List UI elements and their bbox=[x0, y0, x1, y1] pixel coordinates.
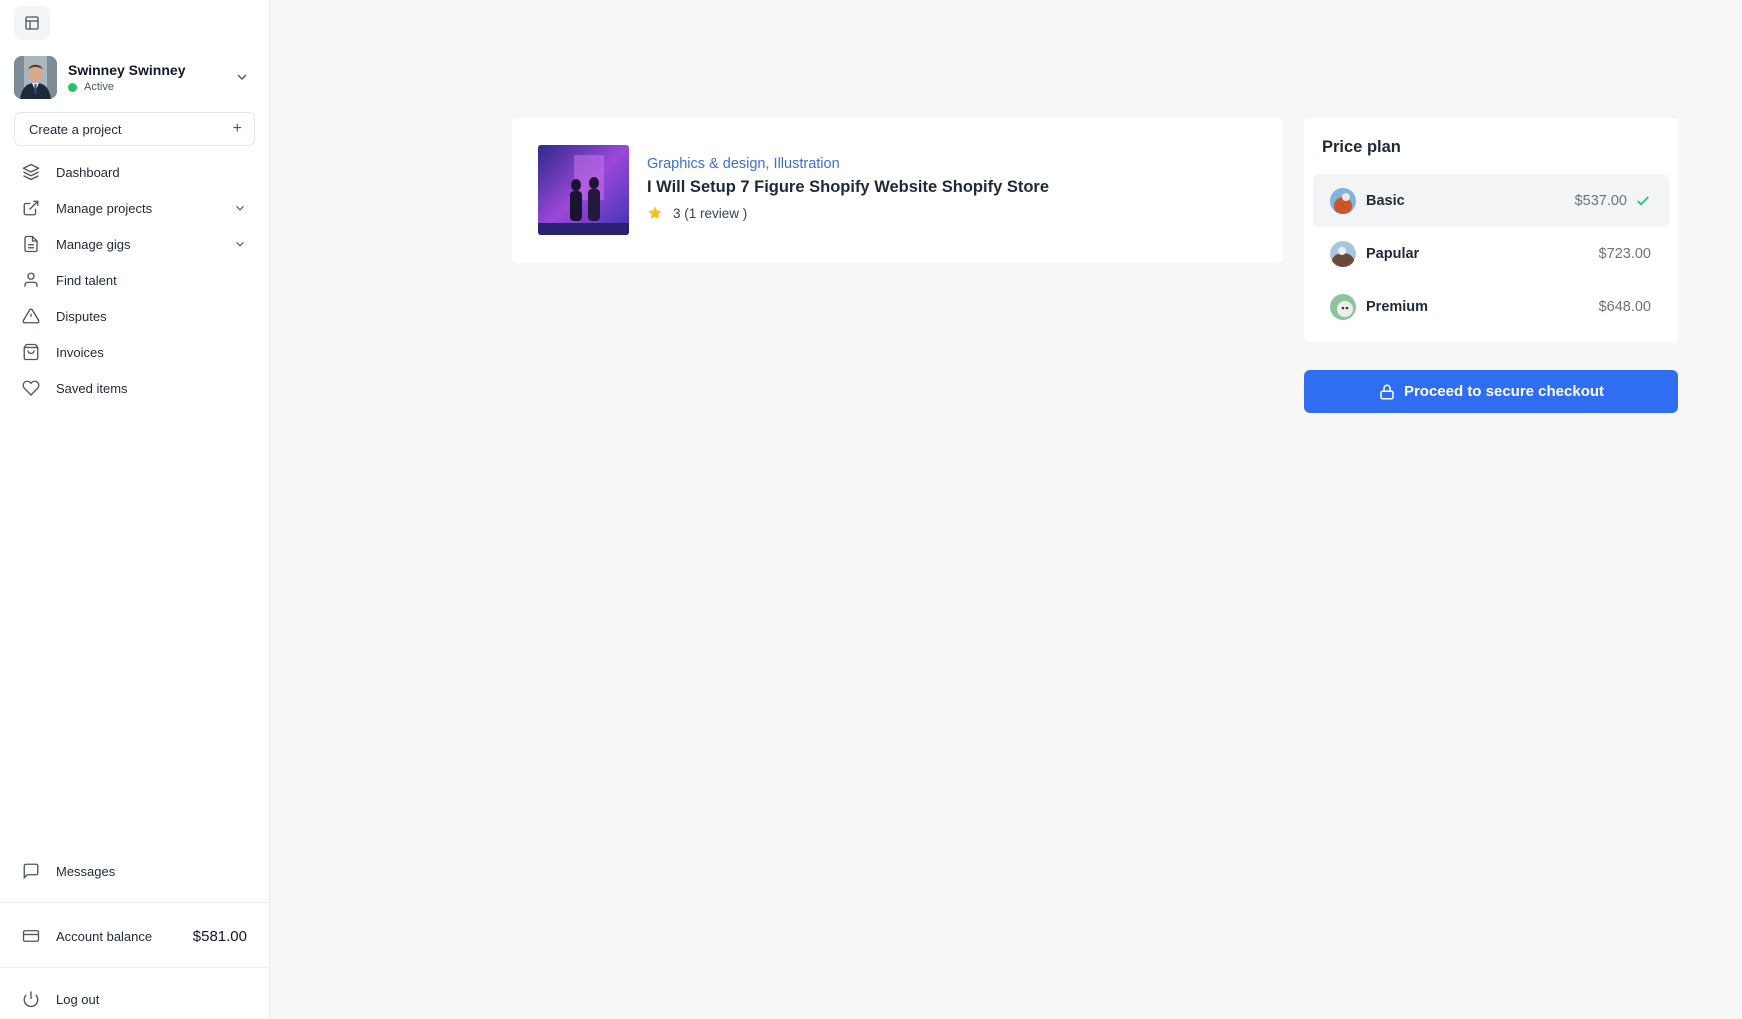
plan-name: Basic bbox=[1366, 192, 1405, 209]
user-name: Swinney Swinney bbox=[68, 62, 186, 78]
profile-info: Swinney Swinney Active bbox=[68, 61, 234, 93]
profile-switcher[interactable]: Swinney Swinney Active bbox=[14, 55, 254, 99]
layers-icon bbox=[22, 163, 40, 181]
sidebar-item-label: Invoices bbox=[56, 344, 104, 360]
plan-option-papular[interactable]: Papular $723.00 bbox=[1313, 227, 1669, 280]
account-balance-value: $581.00 bbox=[192, 927, 247, 945]
layout-icon bbox=[25, 16, 39, 30]
shopping-bag-icon bbox=[23, 343, 39, 361]
main-content: Graphics & design, Illustration I Will S… bbox=[270, 0, 1742, 1019]
sidebar-item-manage-projects[interactable]: Manage projects bbox=[14, 190, 255, 226]
status-dot bbox=[68, 82, 77, 92]
account-balance-label: Account balance bbox=[56, 928, 153, 944]
checkout-label: Proceed to secure checkout bbox=[1403, 383, 1605, 400]
gig-categories: Graphics & design, Illustration bbox=[647, 155, 1049, 173]
power-icon bbox=[23, 991, 39, 1008]
app: Swinney Swinney Active Create a project … bbox=[0, 0, 1742, 1019]
gig-thumbnail[interactable] bbox=[538, 145, 629, 235]
plan-price: $648.00 bbox=[1598, 298, 1651, 315]
plan-price: $537.00 bbox=[1574, 192, 1627, 209]
sidebar-item-label: Saved items bbox=[56, 380, 128, 396]
plan-price: $723.00 bbox=[1598, 245, 1651, 262]
sidebar-item-find-talent[interactable]: Find talent bbox=[14, 262, 255, 298]
sidebar-item-label: Find talent bbox=[56, 272, 117, 288]
category-link-illustration[interactable]: Illustration bbox=[774, 156, 840, 172]
gig-rating: 3 (1 review ) bbox=[647, 205, 1049, 221]
sidebar-item-dashboard[interactable]: Dashboard bbox=[14, 154, 255, 190]
plan-papular-icon bbox=[1330, 240, 1356, 267]
category-separator: , bbox=[765, 156, 770, 172]
sidebar-item-disputes[interactable]: Disputes bbox=[14, 298, 255, 334]
sidebar: Swinney Swinney Active Create a project … bbox=[0, 0, 270, 1019]
user-status: Active bbox=[68, 81, 234, 93]
rating-value: 3 bbox=[673, 205, 681, 221]
credit-card-icon bbox=[22, 930, 40, 942]
logout-button[interactable]: Log out bbox=[14, 981, 255, 1017]
sidebar-item-invoices[interactable]: Invoices bbox=[14, 334, 255, 370]
create-project-button[interactable]: Create a project + bbox=[14, 112, 255, 146]
proceed-to-checkout-button[interactable]: Proceed to secure checkout bbox=[1304, 370, 1678, 413]
messages-label: Messages bbox=[56, 863, 116, 879]
logout-label: Log out bbox=[56, 991, 100, 1007]
sidebar-item-label: Dashboard bbox=[56, 164, 120, 180]
check-icon bbox=[1637, 195, 1649, 206]
star-icon bbox=[648, 206, 662, 220]
lock-icon bbox=[1380, 384, 1394, 399]
plan-premium-icon bbox=[1330, 293, 1356, 320]
chevron-down-icon bbox=[237, 74, 247, 80]
sidebar-item-messages[interactable]: Messages bbox=[14, 853, 255, 889]
plan-list: Basic $537.00 Papular $723.00 Premium $6… bbox=[1313, 174, 1669, 333]
plan-name: Premium bbox=[1366, 298, 1429, 315]
sidebar-item-label: Manage gigs bbox=[56, 236, 131, 252]
sidebar-divider bbox=[0, 967, 270, 968]
plan-option-basic[interactable]: Basic $537.00 bbox=[1313, 174, 1669, 227]
sidebar-nav: Dashboard Manage projects Manage gigs Fi… bbox=[14, 154, 255, 406]
sidebar-item-saved-items[interactable]: Saved items bbox=[14, 370, 255, 406]
price-plan-card: Price plan Basic $537.00 Papular $723.00 bbox=[1304, 118, 1678, 342]
status-label: Active bbox=[84, 81, 114, 93]
avatar bbox=[14, 55, 57, 99]
chevron-down-icon bbox=[236, 205, 244, 211]
chevron-down-icon bbox=[236, 241, 244, 247]
user-icon bbox=[24, 272, 38, 287]
warning-icon bbox=[22, 308, 40, 324]
account-balance[interactable]: Account balance $581.00 bbox=[14, 916, 255, 956]
gig-info: Graphics & design, Illustration I Will S… bbox=[647, 155, 1049, 221]
message-icon bbox=[23, 863, 39, 880]
sidebar-item-manage-gigs[interactable]: Manage gigs bbox=[14, 226, 255, 262]
sidebar-item-label: Disputes bbox=[56, 308, 107, 324]
gig-card: Graphics & design, Illustration I Will S… bbox=[512, 118, 1283, 263]
document-icon bbox=[24, 235, 38, 253]
heart-icon bbox=[22, 380, 40, 396]
gig-title[interactable]: I Will Setup 7 Figure Shopify Website Sh… bbox=[647, 177, 1049, 197]
sidebar-item-label: Manage projects bbox=[56, 200, 153, 216]
plus-icon: + bbox=[232, 120, 242, 137]
sidebar-toggle-button[interactable] bbox=[14, 6, 50, 40]
external-link-icon bbox=[23, 200, 39, 216]
plan-name: Papular bbox=[1366, 245, 1420, 262]
plan-basic-icon bbox=[1330, 187, 1356, 214]
review-count: (1 review ) bbox=[684, 205, 748, 221]
sidebar-divider bbox=[0, 902, 270, 903]
plan-option-premium[interactable]: Premium $648.00 bbox=[1313, 280, 1669, 333]
create-project-label: Create a project bbox=[29, 121, 122, 137]
price-plan-title: Price plan bbox=[1322, 138, 1401, 156]
category-link-graphics-design[interactable]: Graphics & design bbox=[647, 156, 765, 172]
